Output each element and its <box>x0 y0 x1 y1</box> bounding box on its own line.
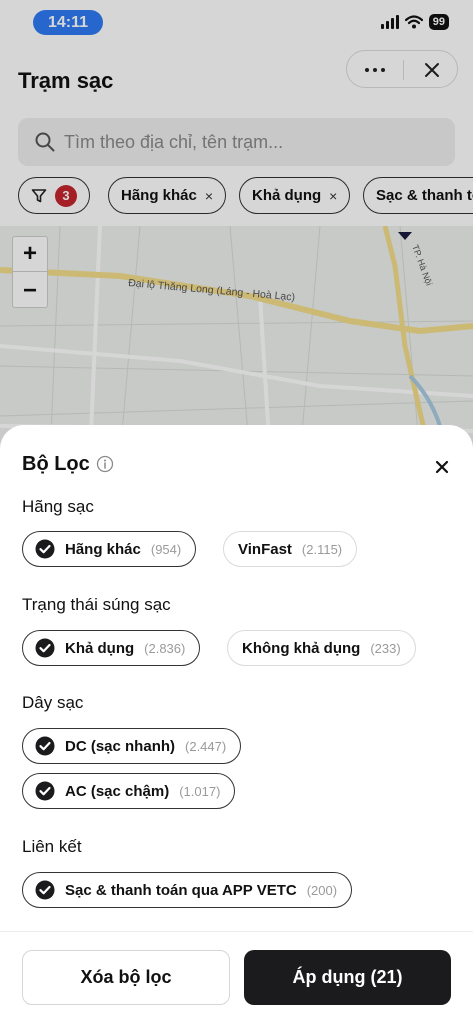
option-count: (954) <box>150 541 182 557</box>
check-circle-icon <box>35 539 55 559</box>
filter-bottom-sheet: Bộ Lọc Hãng sạc Hãng khác (954) VinFast … <box>0 425 473 1024</box>
check-circle-icon <box>35 736 55 756</box>
option-count: (2.836) <box>144 640 186 656</box>
option-count: (2.115) <box>301 541 343 557</box>
option-label: DC (sạc nhanh) <box>65 737 176 755</box>
sheet-close-button[interactable] <box>428 453 456 481</box>
option-count: (1.017) <box>179 783 221 799</box>
option-label: AC (sạc chậm) <box>65 782 170 800</box>
option-count: (2.447) <box>185 738 227 754</box>
check-circle-icon <box>35 781 55 801</box>
option-label: Sạc & thanh toán qua APP VETC <box>65 881 297 899</box>
clear-filter-button[interactable]: Xóa bộ lọc <box>22 950 230 1005</box>
option-label: VinFast <box>238 540 292 558</box>
option-ac-sac-cham[interactable]: AC (sạc chậm) (1.017) <box>22 773 236 809</box>
option-khong-kha-dung[interactable]: Không khả dụng (233) <box>227 630 416 666</box>
section-label-hang-sac: Hãng sạc <box>22 497 94 516</box>
close-icon <box>435 460 449 474</box>
option-label: Không khả dụng <box>242 639 361 657</box>
footer-divider <box>0 931 473 932</box>
check-circle-icon <box>35 638 55 658</box>
section-label-day-sac: Dây sạc <box>22 693 84 712</box>
check-circle-icon <box>35 880 55 900</box>
option-dc-sac-nhanh[interactable]: DC (sạc nhanh) (2.447) <box>22 728 242 764</box>
option-vetc-app[interactable]: Sạc & thanh toán qua APP VETC (200) <box>22 872 353 908</box>
option-hang-khac[interactable]: Hãng khác (954) <box>22 531 197 567</box>
section-label-trang-thai: Trạng thái súng sạc <box>22 595 171 614</box>
option-vinfast[interactable]: VinFast (2.115) <box>223 531 358 567</box>
sheet-title: Bộ Lọc <box>22 453 90 475</box>
option-kha-dung[interactable]: Khả dụng (2.836) <box>22 630 201 666</box>
option-label: Khả dụng <box>65 639 135 657</box>
section-label-lien-ket: Liên kết <box>22 837 82 856</box>
option-count: (200) <box>306 882 338 898</box>
apply-filter-button[interactable]: Áp dụng (21) <box>244 950 451 1005</box>
option-label: Hãng khác <box>65 540 141 558</box>
info-icon[interactable] <box>96 455 114 473</box>
option-count: (233) <box>370 640 401 656</box>
